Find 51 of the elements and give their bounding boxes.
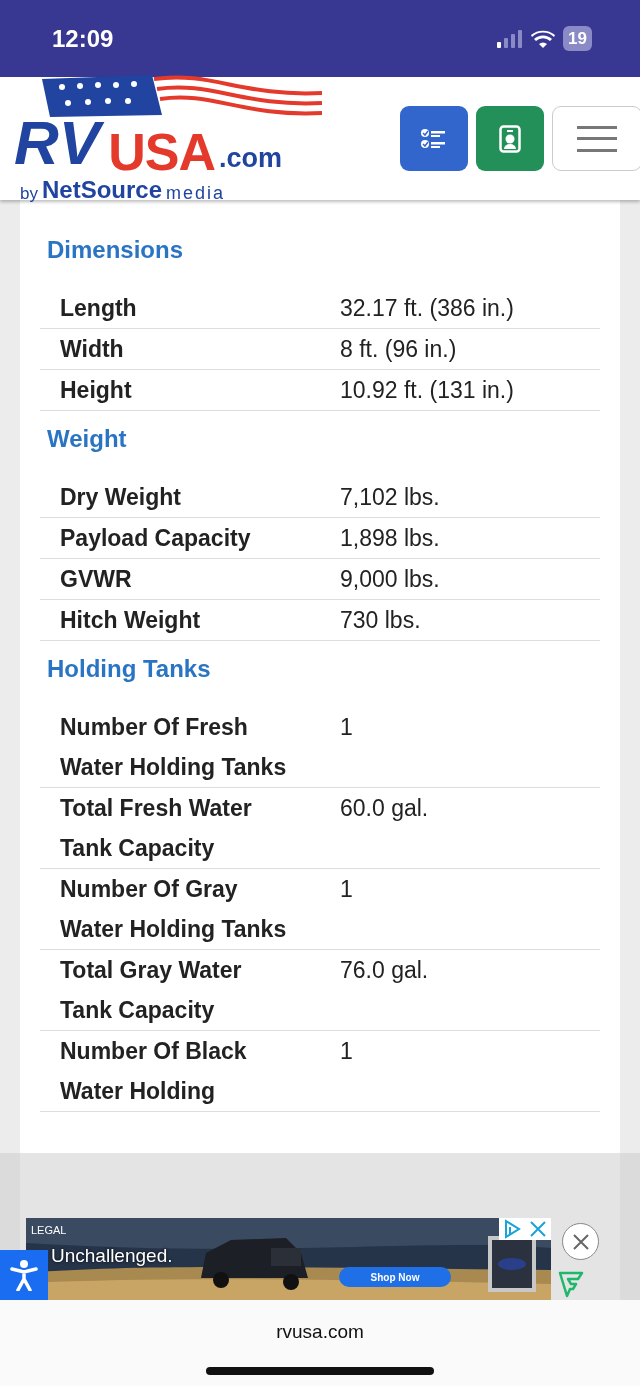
logo-text: .com [218, 141, 282, 175]
spec-label: Hitch Weight [59, 606, 202, 635]
spec-value: 32.17 ft. (386 in.) [339, 294, 514, 323]
spec-label: Payload Capacity [59, 524, 252, 553]
id-badge-icon [499, 124, 521, 153]
section-heading: Weight [47, 424, 128, 454]
logo-text: USA [108, 126, 215, 179]
status-time: 12:09 [52, 23, 114, 54]
spec-label: Total Gray Water Tank Capacity [59, 956, 243, 1025]
checklist-icon [421, 127, 447, 150]
menu-button[interactable] [552, 106, 640, 171]
spec-value: 76.0 gal. [339, 956, 429, 985]
accessibility-button[interactable] [0, 1250, 48, 1300]
logo-tagline: media [166, 184, 226, 203]
shop-now-button[interactable]: Shop Now [339, 1267, 451, 1287]
home-indicator[interactable] [206, 1366, 434, 1375]
spec-label: Number Of Black Water Holding [59, 1037, 248, 1106]
spec-label: Total Fresh Water Tank Capacity [59, 794, 253, 863]
spec-value: 1 [339, 1037, 353, 1066]
brand-icon [558, 1270, 584, 1298]
spec-value: 7,102 lbs. [339, 483, 440, 512]
accessibility-icon [10, 1259, 38, 1291]
spec-label: GVWR [59, 565, 133, 594]
spec-label: Number Of Fresh Water Holding Tanks [59, 713, 288, 782]
spec-value: 10.92 ft. (131 in.) [339, 376, 514, 405]
spec-label: Dry Weight [59, 483, 182, 512]
section-heading: Dimensions [47, 235, 185, 265]
logo-tagline: by [20, 185, 38, 203]
menu-icon [577, 123, 617, 154]
spec-label: Width [59, 335, 125, 364]
close-icon [570, 1231, 591, 1252]
wifi-icon [531, 29, 556, 48]
ad-label: LEGAL [31, 1223, 67, 1238]
logo-tagline: NetSource [41, 178, 162, 203]
signal-icon [497, 29, 524, 48]
checklist-button[interactable] [400, 106, 468, 171]
section-heading: Holding Tanks [47, 654, 212, 684]
spec-value: 1 [339, 713, 353, 742]
spec-label: Length [59, 294, 138, 323]
ad-headline: Unchallenged. [51, 1244, 173, 1268]
spec-value: 8 ft. (96 in.) [339, 335, 457, 364]
spec-value: 1 [339, 875, 353, 904]
logo-text: RV [12, 106, 109, 179]
spec-label: Number Of Gray Water Holding Tanks [59, 875, 288, 944]
battery-indicator: 19 [563, 25, 592, 52]
contact-button[interactable] [476, 106, 544, 171]
spec-value: 60.0 gal. [339, 794, 429, 823]
spec-label: Height [59, 376, 133, 405]
spec-value: 9,000 lbs. [339, 565, 440, 594]
spec-value: 730 lbs. [339, 606, 421, 635]
spec-value: 1,898 lbs. [339, 524, 440, 553]
